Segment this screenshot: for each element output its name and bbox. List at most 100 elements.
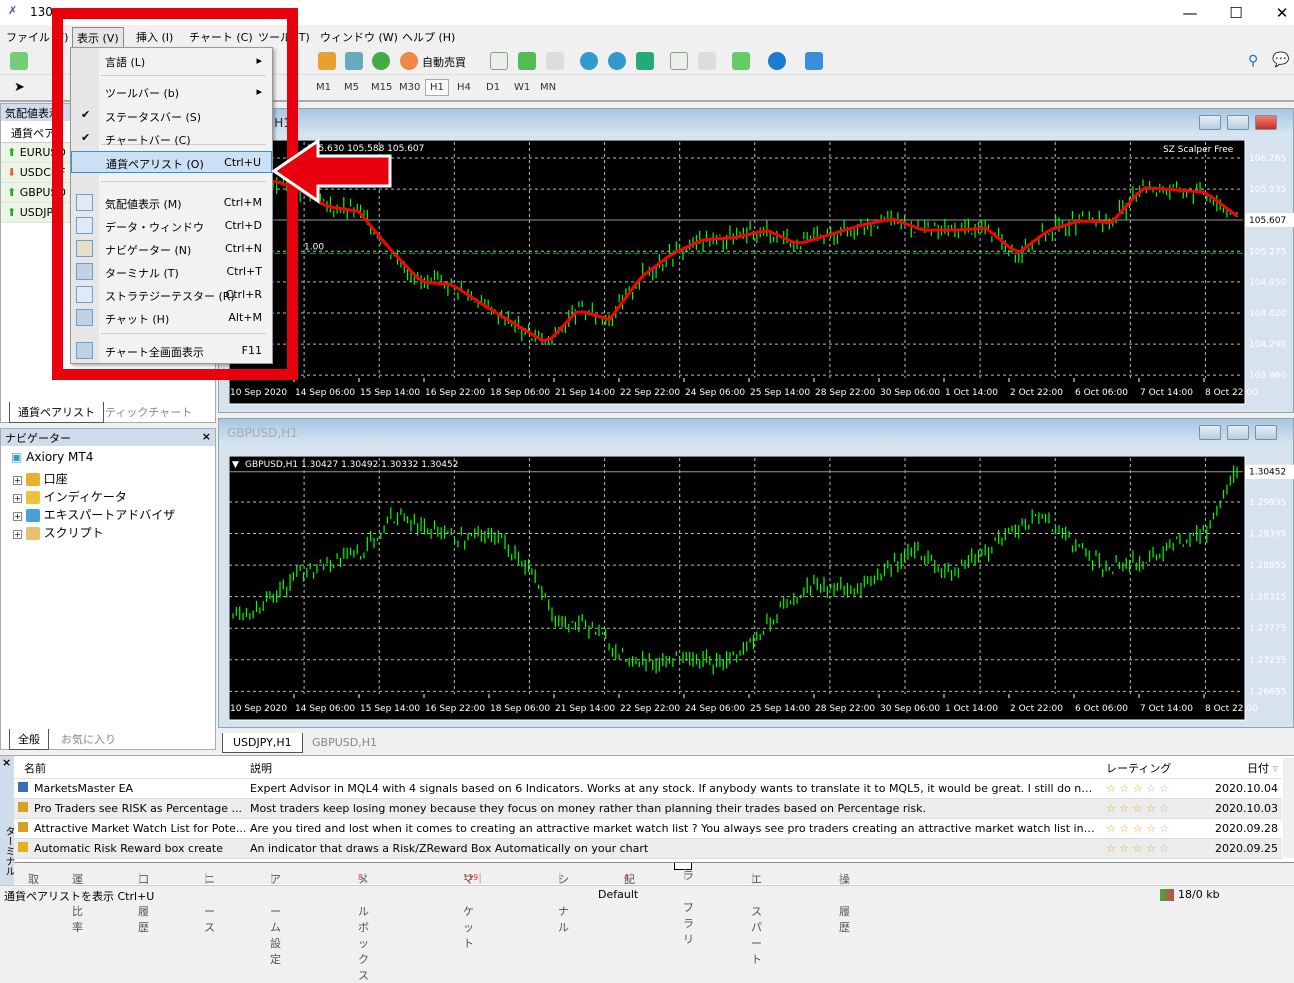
chart-minimize-button[interactable] [1199, 115, 1221, 130]
tab-divider: | [72, 871, 76, 884]
rating-stars: ☆ ☆ ☆ ☆ ☆ [1102, 778, 1202, 799]
navigator-panel: ナビゲーター × ▣ Axiory MT4 + 口座 + インディケータ + エキスパ… [0, 428, 216, 750]
tf-d1[interactable]: D1 [486, 82, 500, 93]
expand-icon[interactable]: + [13, 530, 22, 539]
zoom-out-icon[interactable] [608, 52, 626, 70]
table-row[interactable]: Attractive Market Watch List for Pote...… [14, 818, 1282, 839]
gbpusd-chart[interactable]: 1.29935 1.29395 1.28855 1.28315 1.27775 1.272… [229, 456, 1294, 724]
close-icon[interactable]: × [202, 430, 211, 443]
table-row[interactable]: Pro Traders see RISK as Percentage ... Mo… [14, 798, 1282, 819]
zoom-in-icon[interactable] [580, 52, 598, 70]
tab-symbols[interactable]: 通貨ペアリスト [9, 402, 104, 423]
tree-item[interactable]: + エキスパートアドバイザ [1, 504, 215, 522]
star-icon: ☆ [1106, 781, 1116, 795]
terminal-tab[interactable]: ライブラリ | [674, 863, 694, 946]
status-traffic: 18/0 kb [1178, 888, 1220, 901]
terminal-scrollbar[interactable] [1283, 758, 1294, 858]
auto-scroll-icon[interactable] [670, 52, 688, 70]
templates-icon[interactable] [805, 52, 823, 70]
menu-window[interactable]: ウィンドウ (W) [320, 29, 398, 45]
col-description[interactable]: 説明 [246, 758, 1102, 779]
maximize-button[interactable]: ☐ [1213, 2, 1259, 24]
table-row[interactable]: Automatic Risk Reward box create An indic… [14, 838, 1282, 859]
tile-windows-icon[interactable] [636, 52, 654, 70]
level-label: 1.00 [304, 242, 324, 252]
tab-favorites[interactable]: お気に入り [61, 731, 116, 747]
chart-tab-usdjpy[interactable]: USDJPY,H1 [222, 733, 303, 753]
star-icon: ☆ [1132, 801, 1143, 815]
window-title: 130 [30, 5, 53, 19]
tf-mn[interactable]: MN [540, 82, 556, 93]
connection-icon [1160, 889, 1174, 901]
rating-stars: ☆ ☆ ☆ ☆ ☆ [1102, 798, 1202, 819]
folder-icon [25, 509, 40, 522]
tf-m15[interactable]: M15 [371, 82, 392, 93]
tree-item[interactable]: + インディケータ [1, 486, 215, 504]
chat-icon[interactable]: 💬 [1272, 52, 1289, 68]
tree-item[interactable]: + 口座 [1, 468, 215, 486]
periods-icon[interactable] [768, 52, 786, 70]
tab-general[interactable]: 全般 [9, 729, 49, 750]
x-tick-label: 10 Sep 2020 [230, 704, 287, 714]
new-chart-icon[interactable] [10, 52, 28, 70]
chart-close-button[interactable] [1255, 425, 1277, 440]
status-hint: 通貨ペアリストを表示 Ctrl+U [4, 890, 155, 903]
chart-tab-gbpusd[interactable]: GBPUSD,H1 [312, 736, 377, 749]
terminal-icon[interactable] [345, 52, 363, 70]
tree-item[interactable]: + スクリプト [1, 522, 215, 540]
minimize-button[interactable]: — [1167, 2, 1213, 24]
expand-icon[interactable]: + [13, 476, 22, 485]
close-button[interactable]: ✕ [1259, 2, 1294, 24]
signals-icon[interactable] [372, 52, 390, 70]
status-bar: 通貨ペアリストを表示 Ctrl+U Default 18/0 kb [0, 885, 1294, 903]
chart-minimize-button[interactable] [1199, 425, 1221, 440]
tf-m1[interactable]: M1 [316, 82, 331, 93]
tab-divider: | [363, 871, 367, 884]
menu-help[interactable]: ヘルプ (H) [402, 29, 455, 45]
star-icon: ☆ [1146, 781, 1156, 795]
chart-title: USDJPY,H1 [219, 109, 1293, 136]
col-name[interactable]: 名前 [14, 758, 246, 779]
bar-chart-icon[interactable] [490, 52, 508, 70]
product-date: 2020.09.25 [1202, 838, 1282, 859]
product-date: 2020.10.04 [1202, 778, 1282, 799]
close-icon[interactable]: × [2, 756, 11, 769]
terminal-tab[interactable]: 記事4 | [624, 867, 635, 902]
tf-m30[interactable]: M30 [399, 82, 420, 93]
tf-h4[interactable]: H4 [457, 82, 471, 93]
indicator-name: SZ Scalper Free [1163, 145, 1234, 155]
expand-icon[interactable]: + [13, 512, 22, 521]
y-tick-label: 1.27775 [1249, 624, 1286, 634]
tree-item-label: 口座 [43, 472, 68, 486]
tab-divider: | [138, 871, 142, 884]
indicators-icon[interactable] [732, 52, 750, 70]
expand-icon[interactable]: + [13, 494, 22, 503]
chart-close-button[interactable] [1255, 115, 1277, 130]
auto-trading-button[interactable]: 自動売買 [422, 54, 466, 70]
chart-shift-icon[interactable] [698, 52, 716, 70]
cursor-icon[interactable]: ➤ [14, 80, 25, 95]
chart-restore-button[interactable] [1227, 115, 1249, 130]
line-chart-icon[interactable] [546, 52, 564, 70]
y-tick-label: 1.28315 [1249, 593, 1286, 603]
chart-restore-button[interactable] [1227, 425, 1249, 440]
col-date[interactable]: 日付 ▿ [1202, 758, 1282, 779]
terminal-tab[interactable]: マーケット119 | [463, 867, 482, 950]
y-tick-label: 1.27235 [1249, 656, 1286, 666]
table-row[interactable]: MarketsMaster EA Expert Advisor in MQL4 w… [14, 778, 1282, 799]
terminal-tab[interactable]: メールボックス8 | [358, 867, 369, 982]
tab-tick-chart[interactable]: ティックチャート [105, 404, 192, 420]
terminal-sidebar: × ターミナル [0, 756, 14, 886]
search-icon[interactable]: ⚲ [1248, 53, 1258, 69]
auto-trading-icon[interactable] [400, 52, 418, 70]
metaeditor-icon[interactable] [318, 52, 336, 70]
col-rating[interactable]: レーティング [1102, 758, 1202, 779]
tree-root[interactable]: ▣ Axiory MT4 [1, 446, 215, 468]
tf-m5[interactable]: M5 [344, 82, 359, 93]
candlestick-icon[interactable] [518, 52, 536, 70]
y-tick-label: 1.29935 [1249, 498, 1286, 508]
tf-h1[interactable]: H1 [425, 79, 449, 96]
x-tick-label: 14 Sep 06:00 [295, 704, 355, 714]
chart-tabs: USDJPY,H1 GBPUSD,H1 [218, 733, 1294, 753]
tf-w1[interactable]: W1 [514, 82, 530, 93]
